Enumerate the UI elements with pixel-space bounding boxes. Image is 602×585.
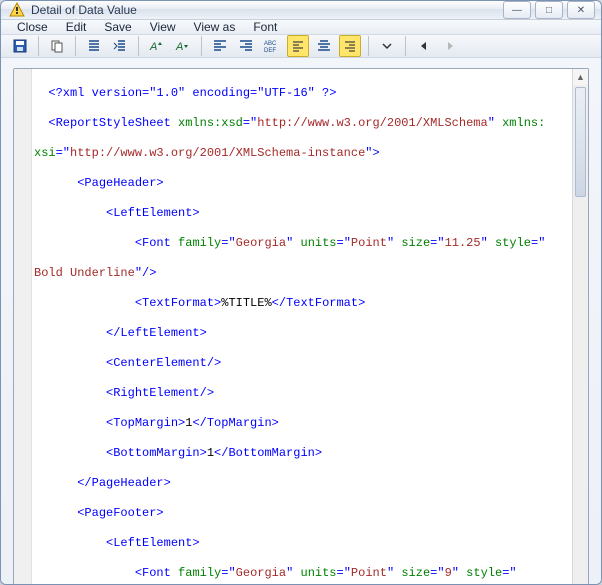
separator xyxy=(38,36,39,56)
close-icon: ✕ xyxy=(577,5,585,16)
menu-view[interactable]: View xyxy=(150,20,176,34)
titlebar[interactable]: Detail of Data Value — □ ✕ xyxy=(1,1,601,20)
indent-left-icon[interactable] xyxy=(83,35,105,57)
menu-edit[interactable]: Edit xyxy=(66,20,87,34)
copy-icon[interactable] xyxy=(46,35,68,57)
abc-def-icon[interactable]: ABCDEF xyxy=(261,35,283,57)
xml-pi: <?xml version="1.0" encoding="UTF-16" ?> xyxy=(48,86,336,100)
minimize-button[interactable]: — xyxy=(503,1,531,19)
next-record-icon[interactable] xyxy=(439,35,461,57)
maximize-button[interactable]: □ xyxy=(535,1,563,19)
separator xyxy=(405,36,406,56)
window-title: Detail of Data Value xyxy=(31,3,503,17)
menubar: Close Edit Save View View as Font xyxy=(1,20,601,35)
scroll-thumb[interactable] xyxy=(575,87,586,197)
separator xyxy=(138,36,139,56)
toolbar: A A ABCDEF xyxy=(1,35,601,58)
code-view[interactable]: <?xml version="1.0" encoding="UTF-16" ?>… xyxy=(32,69,572,585)
app-icon xyxy=(9,2,25,18)
highlight-right-icon[interactable] xyxy=(339,35,361,57)
dropdown-icon[interactable] xyxy=(376,35,398,57)
font-decrease-icon[interactable]: A xyxy=(172,35,194,57)
vertical-scrollbar[interactable]: ▲ ▼ xyxy=(572,69,588,585)
separator xyxy=(368,36,369,56)
content-area: <?xml version="1.0" encoding="UTF-16" ?>… xyxy=(1,58,601,585)
align-right-icon[interactable] xyxy=(235,35,257,57)
prev-record-icon[interactable] xyxy=(413,35,435,57)
separator xyxy=(75,36,76,56)
scroll-up-icon[interactable]: ▲ xyxy=(573,69,588,85)
close-button[interactable]: ✕ xyxy=(567,1,595,19)
svg-text:A: A xyxy=(149,41,157,53)
window-controls: — □ ✕ xyxy=(503,1,595,19)
save-icon[interactable] xyxy=(9,35,31,57)
font-increase-icon[interactable]: A xyxy=(146,35,168,57)
center-lines-icon[interactable] xyxy=(313,35,335,57)
minimize-icon: — xyxy=(512,5,522,16)
separator xyxy=(201,36,202,56)
menu-save[interactable]: Save xyxy=(104,20,131,34)
svg-text:A: A xyxy=(175,41,183,53)
align-left-icon[interactable] xyxy=(209,35,231,57)
editor-gutter xyxy=(14,69,32,585)
highlight-left-icon[interactable] xyxy=(287,35,309,57)
menu-view-as[interactable]: View as xyxy=(194,20,236,34)
svg-text:DEF: DEF xyxy=(264,48,276,54)
svg-text:ABC: ABC xyxy=(264,41,277,47)
menu-font[interactable]: Font xyxy=(253,20,277,34)
editor: <?xml version="1.0" encoding="UTF-16" ?>… xyxy=(13,68,589,585)
indent-right-icon[interactable] xyxy=(109,35,131,57)
window: Detail of Data Value — □ ✕ Close Edit Sa… xyxy=(0,0,602,585)
menu-close[interactable]: Close xyxy=(17,20,48,34)
maximize-icon: □ xyxy=(546,5,552,16)
